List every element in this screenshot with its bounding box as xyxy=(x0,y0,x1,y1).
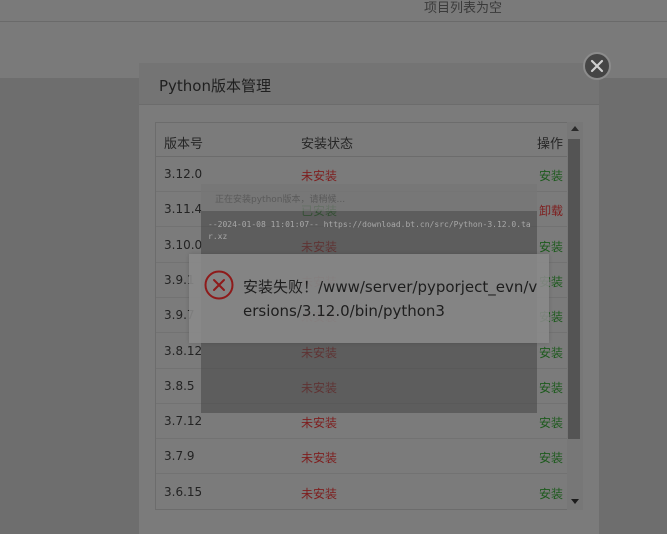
install-link[interactable]: 安装 xyxy=(539,379,563,396)
table-scrollbar[interactable] xyxy=(567,122,583,510)
install-log-output: --2024-01-08 11:01:07-- https://download… xyxy=(208,220,531,241)
empty-project-list-text: 项目列表为空 xyxy=(424,1,503,16)
version-cell: 3.10.0 xyxy=(164,237,203,252)
install-link[interactable]: 安装 xyxy=(539,167,563,184)
version-cell: 3.7.9 xyxy=(164,449,195,464)
install-log-title: 正在安装python版本，请稍候... xyxy=(215,195,346,205)
scroll-up-arrow-icon[interactable] xyxy=(571,126,579,131)
header-divider xyxy=(0,21,667,22)
error-x-circle-icon xyxy=(204,270,234,300)
header-operation: 操作 xyxy=(536,137,563,152)
version-cell: 3.8.12 xyxy=(164,343,203,358)
version-cell: 3.12.0 xyxy=(164,167,203,181)
install-link[interactable]: 安装 xyxy=(539,414,563,431)
install-link[interactable]: 安装 xyxy=(539,449,563,466)
dialog-title: Python版本管理 xyxy=(159,77,271,95)
version-cell: 3.7.12 xyxy=(164,414,203,429)
close-dialog-button[interactable] xyxy=(583,52,611,80)
uninstall-link[interactable]: 卸载 xyxy=(539,202,563,219)
install-link[interactable]: 安装 xyxy=(539,238,563,255)
version-cell: 3.6.15 xyxy=(164,484,203,499)
close-icon xyxy=(590,59,604,73)
status-cell: 未安装 xyxy=(301,169,338,183)
table-row: 3.7.9 未安装 安装 xyxy=(156,439,567,475)
install-link[interactable]: 安装 xyxy=(539,344,563,361)
status-cell: 未安装 xyxy=(301,486,338,501)
version-cell: 3.11.4 xyxy=(164,202,203,217)
scrollbar-thumb[interactable] xyxy=(568,139,580,439)
scroll-down-arrow-icon[interactable] xyxy=(571,499,579,504)
status-cell: 未安装 xyxy=(301,451,338,466)
dialog-header: Python版本管理 xyxy=(139,63,599,105)
table-row: 3.6.15 未安装 安装 xyxy=(156,475,567,509)
error-toast: 安装失败！/www/server/pyporject_evn/versions/… xyxy=(189,254,549,343)
status-cell: 未安装 xyxy=(301,416,338,431)
install-log-header: 正在安装python版本，请稍候... xyxy=(201,184,537,211)
table-header: 版本号 安装状态 操作 xyxy=(156,123,567,157)
install-link[interactable]: 安装 xyxy=(539,485,563,502)
error-message: 安装失败！/www/server/pyporject_evn/versions/… xyxy=(243,278,538,320)
header-version: 版本号 xyxy=(164,137,204,152)
header-status: 安装状态 xyxy=(301,137,354,152)
version-cell: 3.8.5 xyxy=(164,378,195,393)
